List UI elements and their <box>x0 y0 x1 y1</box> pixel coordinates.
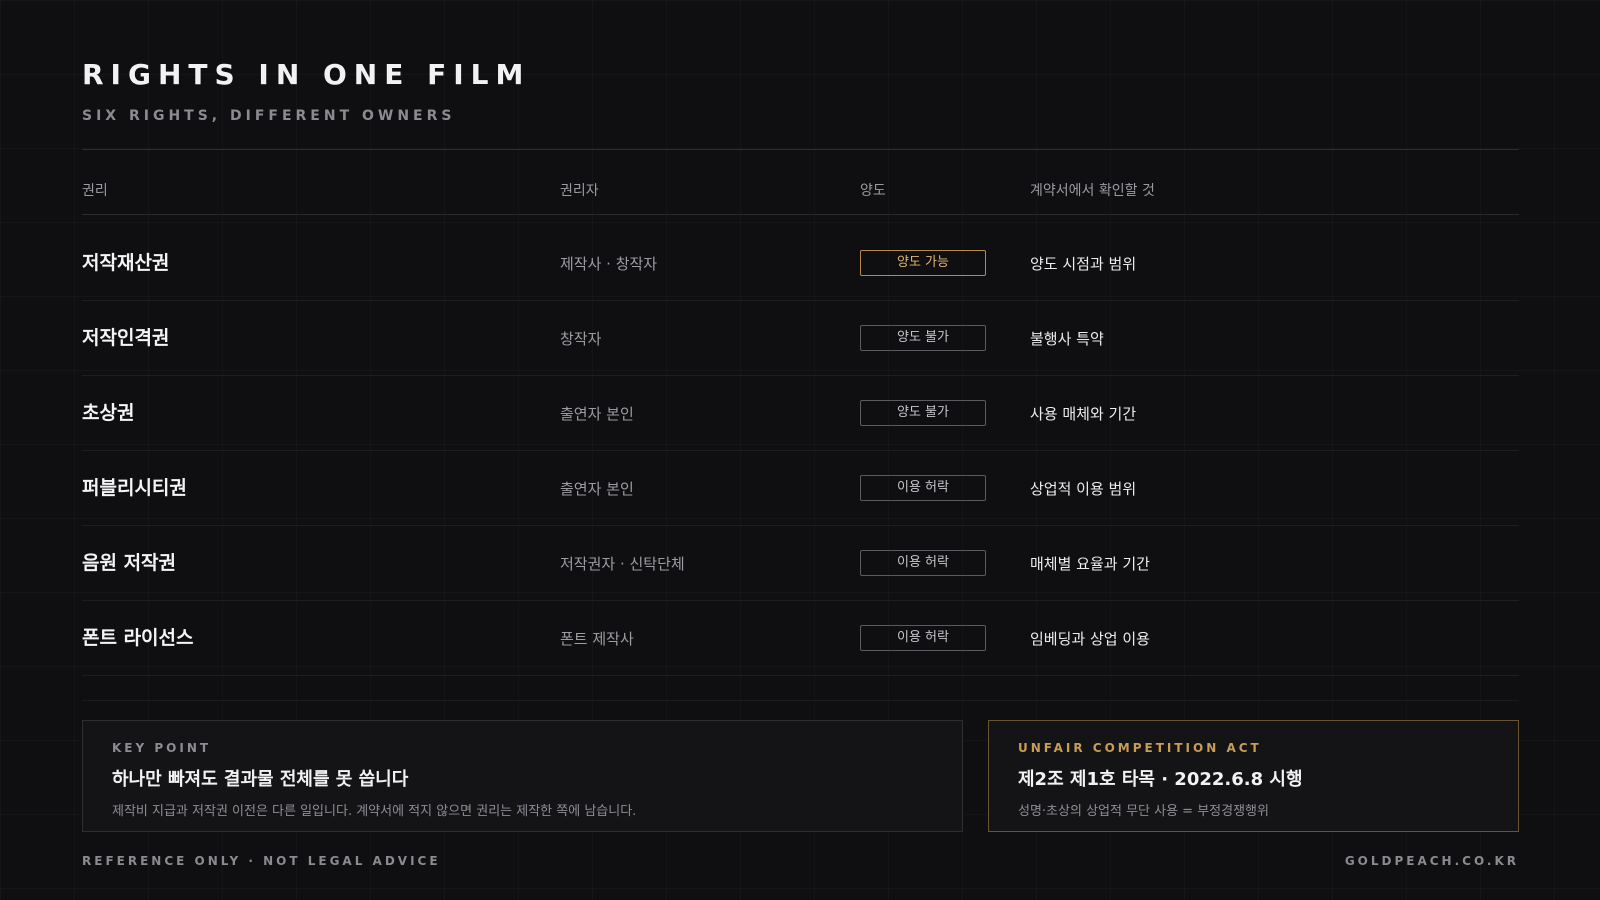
contract-check: 양도 시점과 범위 <box>1030 255 1137 273</box>
right-holder: 제작사 · 창작자 <box>560 255 658 273</box>
table-header: 권리 권리자 양도 계약서에서 확인할 것 <box>82 180 1519 215</box>
transfer-badge: 양도 불가 <box>860 325 986 351</box>
transfer-badge: 이용 허락 <box>860 625 986 651</box>
right-holder: 출연자 본인 <box>560 480 634 498</box>
right-name: 퍼블리시티권 <box>82 477 187 499</box>
key-point-description: 제작비 지급과 저작권 이전은 다른 일입니다. 계약서에 적지 않으면 권리는… <box>112 804 637 819</box>
table-divider <box>82 700 1519 701</box>
right-name: 저작재산권 <box>82 252 170 274</box>
right-name: 음원 저작권 <box>82 552 177 574</box>
key-point-card: KEY POINT 하나만 빠져도 결과물 전체를 못 씁니다 제작비 지급과 … <box>82 720 963 832</box>
table-row: 초상권 출연자 본인 양도 불가 사용 매체와 기간 <box>82 376 1519 451</box>
right-holder: 창작자 <box>560 330 602 348</box>
contract-check: 상업적 이용 범위 <box>1030 480 1137 498</box>
column-header-check: 계약서에서 확인할 것 <box>1030 183 1155 199</box>
law-card: UNFAIR COMPETITION ACT 제2조 제1호 타목 · 2022… <box>988 720 1519 832</box>
right-name: 폰트 라이선스 <box>82 627 194 649</box>
right-holder: 출연자 본인 <box>560 405 634 423</box>
table-row: 음원 저작권 저작권자 · 신탁단체 이용 허락 매체별 요율과 기간 <box>82 526 1519 601</box>
page-subtitle: SIX RIGHTS, DIFFERENT OWNERS <box>82 108 456 124</box>
contract-check: 임베딩과 상업 이용 <box>1030 630 1150 648</box>
contract-check: 매체별 요율과 기간 <box>1030 555 1150 573</box>
table-row: 저작재산권 제작사 · 창작자 양도 가능 양도 시점과 범위 <box>82 226 1519 301</box>
key-point-headline: 하나만 빠져도 결과물 전체를 못 씁니다 <box>112 769 409 790</box>
column-header-transfer: 양도 <box>860 183 886 199</box>
table-row: 폰트 라이선스 폰트 제작사 이용 허락 임베딩과 상업 이용 <box>82 601 1519 676</box>
contract-check: 불행사 특약 <box>1030 330 1104 348</box>
key-point-kicker: KEY POINT <box>112 741 212 755</box>
right-holder: 저작권자 · 신탁단체 <box>560 555 685 573</box>
page-title: RIGHTS IN ONE FILM <box>82 58 531 91</box>
transfer-badge: 양도 불가 <box>860 400 986 426</box>
law-headline: 제2조 제1호 타목 · 2022.6.8 시행 <box>1018 769 1303 790</box>
column-header-holder: 권리자 <box>560 183 599 199</box>
right-holder: 폰트 제작사 <box>560 630 634 648</box>
footer-disclaimer: REFERENCE ONLY · NOT LEGAL ADVICE <box>82 854 441 868</box>
footer-site: GOLDPEACH.CO.KR <box>1344 854 1519 868</box>
column-header-right: 권리 <box>82 183 108 199</box>
law-kicker: UNFAIR COMPETITION ACT <box>1018 741 1262 755</box>
law-description: 성명·초상의 상업적 무단 사용 = 부정경쟁행위 <box>1018 804 1269 819</box>
table-row: 저작인격권 창작자 양도 불가 불행사 특약 <box>82 301 1519 376</box>
rights-table: 저작재산권 제작사 · 창작자 양도 가능 양도 시점과 범위 저작인격권 창작… <box>82 226 1519 676</box>
right-name: 저작인격권 <box>82 327 170 349</box>
transfer-badge: 이용 허락 <box>860 475 986 501</box>
table-row: 퍼블리시티권 출연자 본인 이용 허락 상업적 이용 범위 <box>82 451 1519 526</box>
transfer-badge: 이용 허락 <box>860 550 986 576</box>
contract-check: 사용 매체와 기간 <box>1030 405 1137 423</box>
transfer-badge: 양도 가능 <box>860 250 986 276</box>
title-divider <box>82 149 1519 150</box>
right-name: 초상권 <box>82 402 135 424</box>
